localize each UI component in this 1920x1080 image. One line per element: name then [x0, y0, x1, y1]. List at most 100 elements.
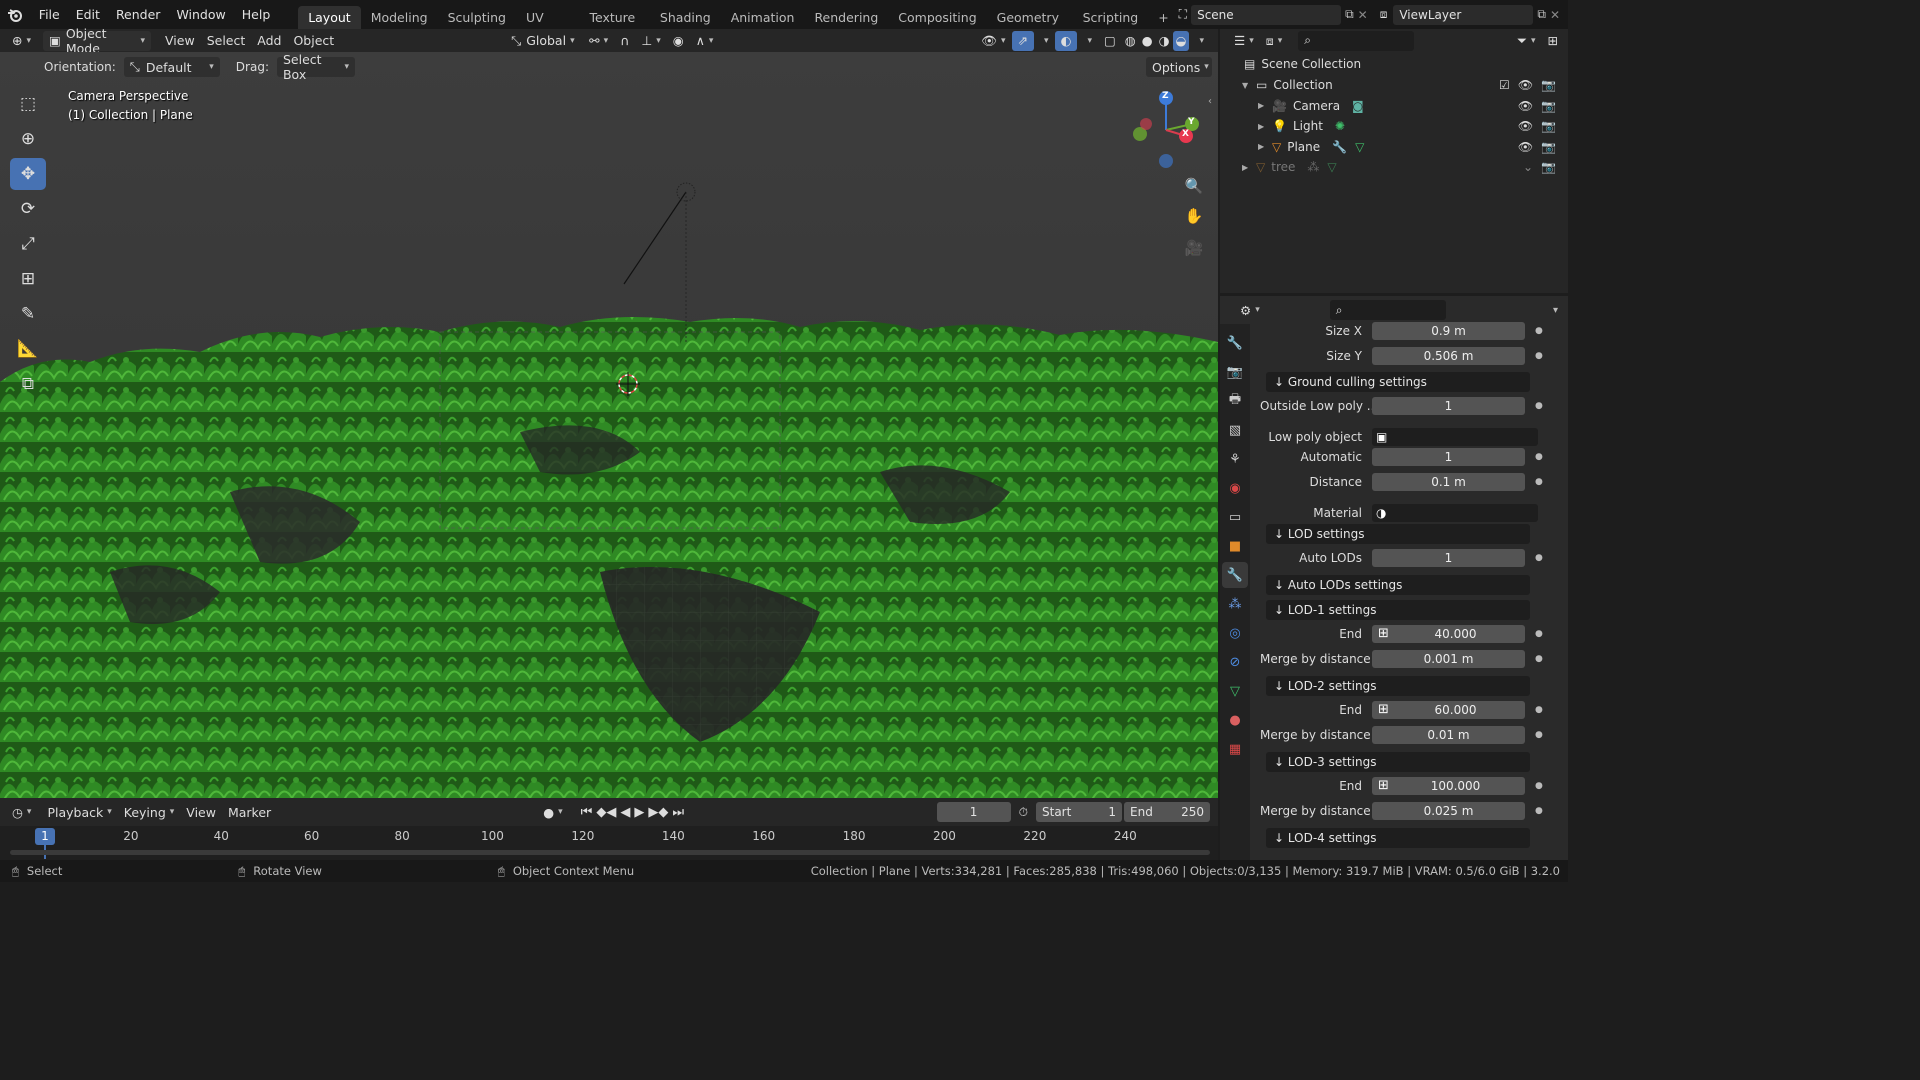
outliner-row-scene-collection[interactable]: ▤ Scene Collection [1220, 54, 1568, 74]
orientation-dropdown[interactable]: ⤡ Default ▾ [123, 57, 220, 77]
mesh-data-icon[interactable]: ▽ [1355, 140, 1364, 154]
prev-keyframe-icon[interactable]: ◆◀ [596, 805, 616, 820]
render-camera-icon[interactable]: 📷 [1541, 119, 1556, 133]
move-tool[interactable]: ✥ [10, 158, 46, 190]
animate-property-icon[interactable]: ● [1535, 629, 1543, 639]
expand-down-icon[interactable]: ▼ [1242, 81, 1256, 90]
playhead[interactable]: 1 [35, 828, 55, 845]
close-scene-icon[interactable]: ✕ [1358, 8, 1368, 22]
new-view-layer-icon[interactable]: ⧉ [1537, 7, 1546, 22]
close-view-layer-icon[interactable]: ✕ [1550, 8, 1560, 22]
panel-section-header[interactable]: ↓ Ground culling settings [1266, 372, 1530, 393]
add-workspace-button[interactable]: + [1148, 6, 1178, 29]
jump-start-icon[interactable]: ⏮ [581, 805, 593, 820]
options-dropdown[interactable]: Options ▾ [1146, 57, 1212, 77]
wireframe-shading-button[interactable]: ◍ [1122, 31, 1139, 51]
menu-window[interactable]: Window [168, 7, 233, 22]
display-mode-button[interactable]: ⧈ ▾ [1260, 31, 1288, 51]
transform-tool[interactable]: ⊞ [10, 263, 46, 295]
new-collection-button[interactable]: ⊞ [1542, 31, 1564, 51]
expand-right-icon[interactable]: ▶ [1258, 101, 1272, 110]
transform-orientation-dropdown[interactable]: ⤡ Global ▾ [505, 31, 583, 51]
viewport-menu-add[interactable]: Add [251, 31, 287, 51]
cursor-tool[interactable]: ⊕ [10, 123, 46, 155]
drag-dropdown[interactable]: Select Box ▾ [276, 52, 355, 82]
outliner-row-light[interactable]: ▶ 💡 Light ✺ 👁 📷 [1220, 116, 1568, 136]
scene-icon[interactable]: ⛶ [1179, 7, 1187, 22]
eye-icon[interactable]: 👁 [1518, 140, 1533, 154]
eye-icon[interactable]: 👁 [1518, 99, 1533, 113]
menu-render[interactable]: Render [108, 7, 169, 22]
animate-property-icon[interactable]: ● [1535, 351, 1543, 361]
animate-property-icon[interactable]: ● [1535, 477, 1543, 487]
current-frame-field[interactable]: 1 [936, 802, 1011, 822]
shading-dropdown[interactable]: ▾ [1189, 31, 1210, 51]
timeline-body[interactable]: 1 20 40 60 80 100 120 140 160 180 200 220 240 [0, 826, 1218, 860]
workspace-tab-animation[interactable]: Animation [721, 6, 805, 29]
timeline-menu-view[interactable]: View [180, 802, 222, 822]
scale-tool[interactable]: ⤢ [10, 228, 46, 260]
overlay-toggle[interactable]: ◐ [1054, 30, 1078, 51]
camera-data-icon[interactable]: ◙ [1352, 99, 1364, 113]
animate-property-icon[interactable]: ● [1535, 781, 1543, 791]
end-frame-field[interactable]: End 250 [1124, 802, 1210, 822]
property-slider-field[interactable]: ⊞ 60.000 [1372, 701, 1525, 719]
snap-toggle[interactable]: ∩ [614, 31, 635, 51]
workspace-tab-rendering[interactable]: Rendering [804, 6, 888, 29]
eye-closed-icon[interactable]: ⌄ [1523, 160, 1533, 174]
workspace-tab-layout[interactable]: Layout [298, 6, 361, 29]
render-camera-icon[interactable]: 📷 [1541, 140, 1556, 154]
eye-icon[interactable]: 👁 [1518, 119, 1533, 133]
select-box-tool[interactable]: ⬚ [10, 88, 46, 120]
outliner-row-tree[interactable]: ▶ ▽ tree ⁂ ▽ ⌄ 📷 [1220, 157, 1568, 177]
render-camera-icon[interactable]: 📷 [1541, 160, 1556, 174]
jump-end-icon[interactable]: ⏭ [672, 805, 684, 820]
timeline-menu-marker[interactable]: Marker [222, 802, 277, 822]
property-value-field[interactable]: 1 [1372, 549, 1525, 568]
property-value-field[interactable]: 0.9 m [1372, 321, 1525, 340]
panel-section-header[interactable]: ↓ Auto LODs settings [1266, 574, 1530, 595]
outliner-row-collection[interactable]: ▼ ▭ Collection ☑ 👁 📷 [1220, 75, 1568, 95]
rendered-shading-button[interactable]: ◒ [1172, 30, 1190, 51]
3d-viewport[interactable]: Orientation: ⤡ Default ▾ Drag: Select Box ▾… [0, 52, 1218, 798]
animate-property-icon[interactable]: ● [1535, 806, 1543, 816]
animate-property-icon[interactable]: ● [1535, 452, 1543, 462]
animate-property-icon[interactable]: ● [1535, 654, 1543, 664]
sidebar-toggle-icon[interactable]: ‹ [1208, 96, 1212, 107]
workspace-tab-sculpting[interactable]: Sculpting [438, 6, 516, 29]
render-camera-icon[interactable]: 📷 [1541, 99, 1556, 113]
stopwatch-icon[interactable]: ⏱ [1019, 805, 1028, 820]
panel-section-header[interactable]: ↓ LOD-1 settings [1266, 599, 1530, 620]
mesh-data-icon[interactable]: ▽ [1327, 160, 1336, 174]
workspace-tab-compositing[interactable]: Compositing [888, 6, 986, 29]
scene-selector[interactable]: Scene [1191, 4, 1342, 25]
exclude-checkbox-icon[interactable]: ☑ [1499, 78, 1510, 92]
proportional-edit-toggle[interactable]: ◉ [667, 31, 690, 51]
viewport-menu-select[interactable]: Select [201, 31, 252, 51]
editor-type-button[interactable]: ⊕ ▾ [6, 31, 37, 51]
animate-property-icon[interactable]: ● [1535, 326, 1543, 336]
new-scene-icon[interactable]: ⧉ [1345, 7, 1354, 22]
navigation-gizmo[interactable]: Z Y X [1130, 90, 1200, 168]
play-reverse-icon[interactable]: ◀ [620, 805, 630, 820]
gizmo-dropdown[interactable]: ▾ [1034, 31, 1055, 51]
expand-right-icon[interactable]: ▶ [1258, 142, 1272, 151]
timeline-menu-keying[interactable]: Keying ▾ [118, 802, 181, 822]
material-shading-button[interactable]: ◑ [1156, 31, 1173, 51]
property-value-field[interactable]: 0.01 m [1372, 726, 1525, 745]
pan-button[interactable]: ✋ [1182, 204, 1206, 228]
animate-property-icon[interactable]: ● [1535, 705, 1543, 715]
timeline-menu-playback[interactable]: Playback ▾ [41, 802, 117, 822]
outliner-row-plane[interactable]: ▶ ▽ Plane 🔧 ▽ 👁 📷 [1220, 137, 1568, 157]
workspace-tab-shading[interactable]: Shading [650, 6, 721, 29]
blender-logo-icon[interactable] [0, 7, 31, 23]
measure-tool[interactable]: 📐 [10, 333, 46, 365]
workspace-tab-uv-editing[interactable]: UV Editing [516, 6, 580, 48]
gizmo-toggle[interactable]: ⇗ [1011, 30, 1034, 51]
animate-property-icon[interactable]: ● [1535, 401, 1543, 411]
add-cube-tool[interactable]: ⧉ [10, 368, 46, 400]
particles-data-icon[interactable]: ⁂ [1307, 160, 1319, 174]
start-frame-field[interactable]: Start 1 [1036, 802, 1122, 822]
play-icon[interactable]: ▶ [634, 805, 644, 820]
zoom-button[interactable]: 🔍 [1182, 174, 1206, 198]
